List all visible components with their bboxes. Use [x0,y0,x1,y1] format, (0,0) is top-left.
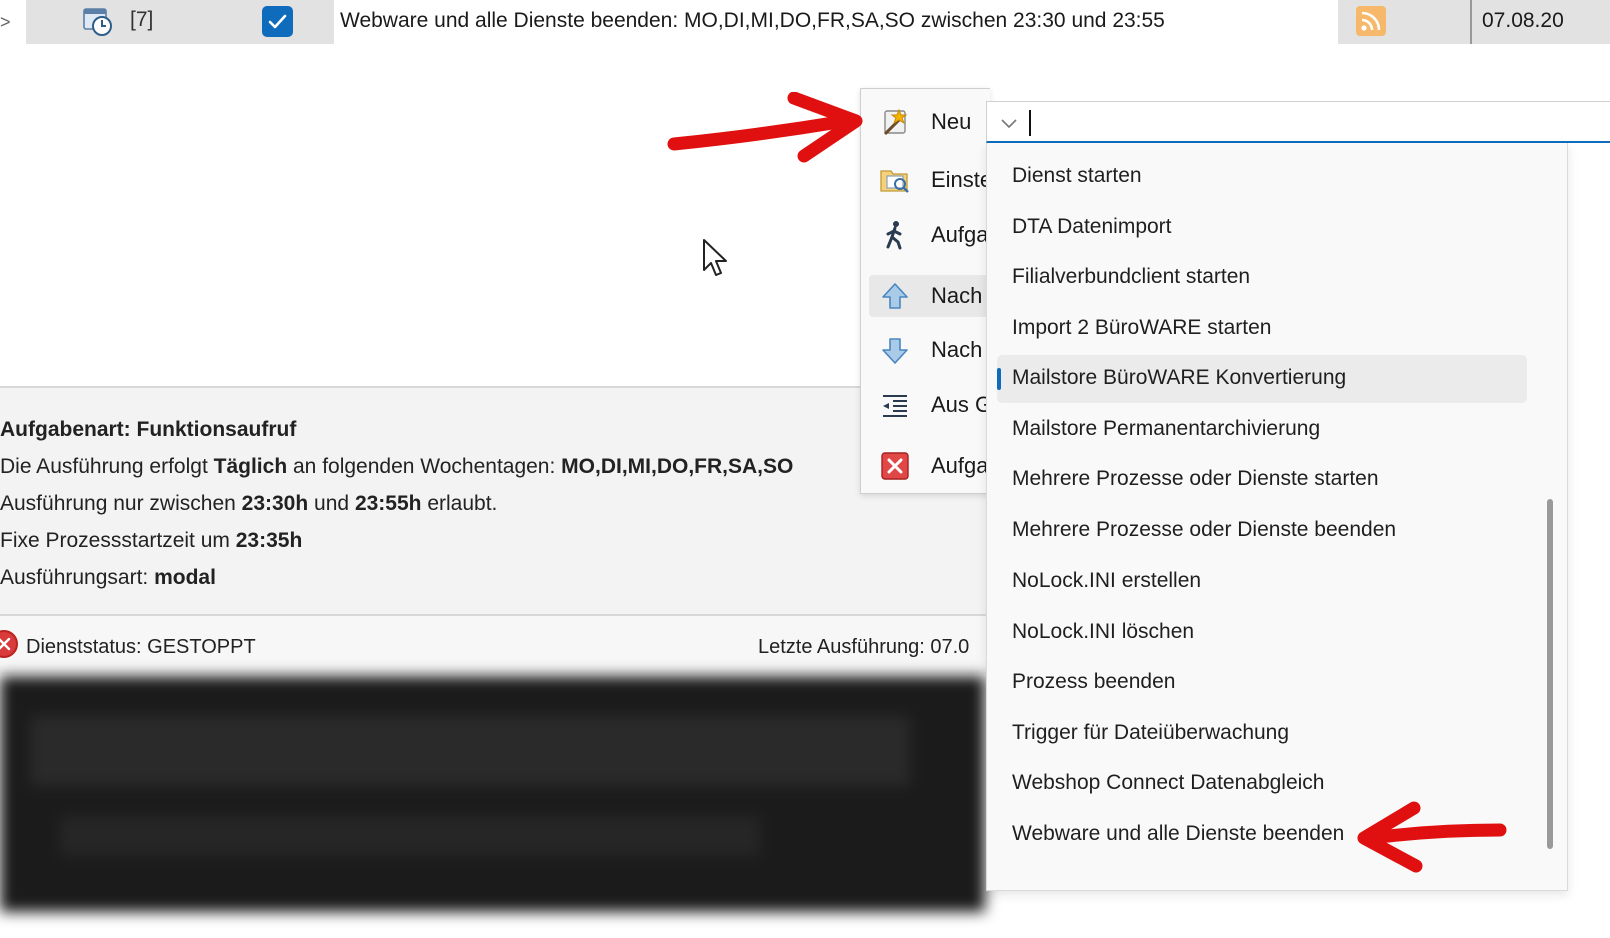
task-type-input[interactable] [1027,106,1587,138]
list-item[interactable]: Prozess beenden [997,659,1527,707]
settings-folder-icon [879,165,911,195]
menu-item-new[interactable]: Neu [869,101,990,143]
schedule-line: Die Ausführung erfolgt Täglich an folgen… [0,455,794,478]
list-item[interactable]: DTA Datenimport [997,204,1527,252]
list-item[interactable]: NoLock.INI erstellen [997,558,1527,606]
status-bar: Dienststatus: GESTOPPT Letzte Ausführung… [0,616,990,674]
arrow-down-icon [879,335,911,365]
row-expander-icon[interactable]: > [0,10,16,34]
menu-item-move-up[interactable]: Nach [869,275,990,317]
list-item[interactable]: NoLock.INI löschen [997,609,1527,657]
runner-icon [879,220,911,250]
menu-item-delete-task[interactable]: Aufga [869,445,990,487]
list-item[interactable]: Dienst starten [997,153,1527,201]
menu-item-run-task[interactable]: Aufga [869,214,990,256]
annotation-arrow-left-icon [1357,801,1507,873]
list-item[interactable]: Import 2 BüroWARE starten [997,305,1527,353]
task-date: 07.08.20 [1470,0,1610,44]
menu-item-move-down[interactable]: Nach [869,329,990,371]
task-info-panel: Aufgabenart: Funktionsaufruf Die Ausführ… [0,386,990,616]
task-active-checkbox[interactable] [262,6,293,37]
task-type-dropdown: Dienst starten DTA Datenimport Filialver… [986,143,1568,891]
redacted-area [0,676,985,912]
menu-item-settings[interactable]: Einste [869,159,990,201]
rss-icon [1356,6,1386,36]
time-window-line: Ausführung nur zwischen 23:30h und 23:55… [0,492,498,515]
error-status-icon [0,630,18,658]
menu-item-outdent[interactable]: Aus G [869,384,990,426]
annotation-arrow-right-icon [667,92,863,163]
list-item[interactable]: Mehrere Prozesse oder Dienste starten [997,456,1527,504]
menu-item-label: Nach [931,337,983,362]
menu-item-label: Nach [931,283,983,308]
delete-icon [879,451,911,481]
list-item-selected[interactable]: Mailstore BüroWARE Konvertierung [997,355,1527,403]
execution-mode-line: Ausführungsart: modal [0,566,216,589]
magic-wand-icon [879,107,911,137]
list-item[interactable]: Mailstore Permanentarchivierung [997,406,1527,454]
text-caret [1029,110,1031,136]
fixed-start-line: Fixe Prozessstartzeit um 23:35h [0,529,303,552]
task-id: [7] [130,8,154,31]
menu-item-label: Neu [931,109,972,134]
outdent-icon [879,390,911,420]
context-menu: Neu Einste Aufga Nach Nach Aus G Aufga [860,88,990,494]
list-item[interactable]: Filialverbundclient starten [997,254,1527,302]
dropdown-scrollbar[interactable] [1547,499,1553,849]
task-type-combobox[interactable] [986,101,1610,143]
last-run: Letzte Ausführung: 07.0 [758,636,970,658]
menu-item-label: Aufga [931,222,989,247]
menu-item-label: Einste [931,167,990,192]
mouse-cursor-icon [703,239,727,276]
task-row[interactable]: > [7] Webware und alle Dienste beenden: … [0,0,1610,44]
list-item[interactable]: Mehrere Prozesse oder Dienste beenden [997,507,1527,555]
service-status: Dienststatus: GESTOPPT [26,636,256,658]
arrow-up-icon [879,281,911,311]
task-type-line: Aufgabenart: Funktionsaufruf [0,418,297,441]
list-item[interactable]: Trigger für Dateiüberwachung [997,710,1527,758]
menu-item-label: Aus G [931,392,990,417]
chevron-down-icon[interactable] [995,112,1023,134]
task-description: Webware und alle Dienste beenden: MO,DI,… [334,0,1338,44]
scheduled-task-icon [82,6,114,38]
menu-item-label: Aufga [931,453,989,478]
